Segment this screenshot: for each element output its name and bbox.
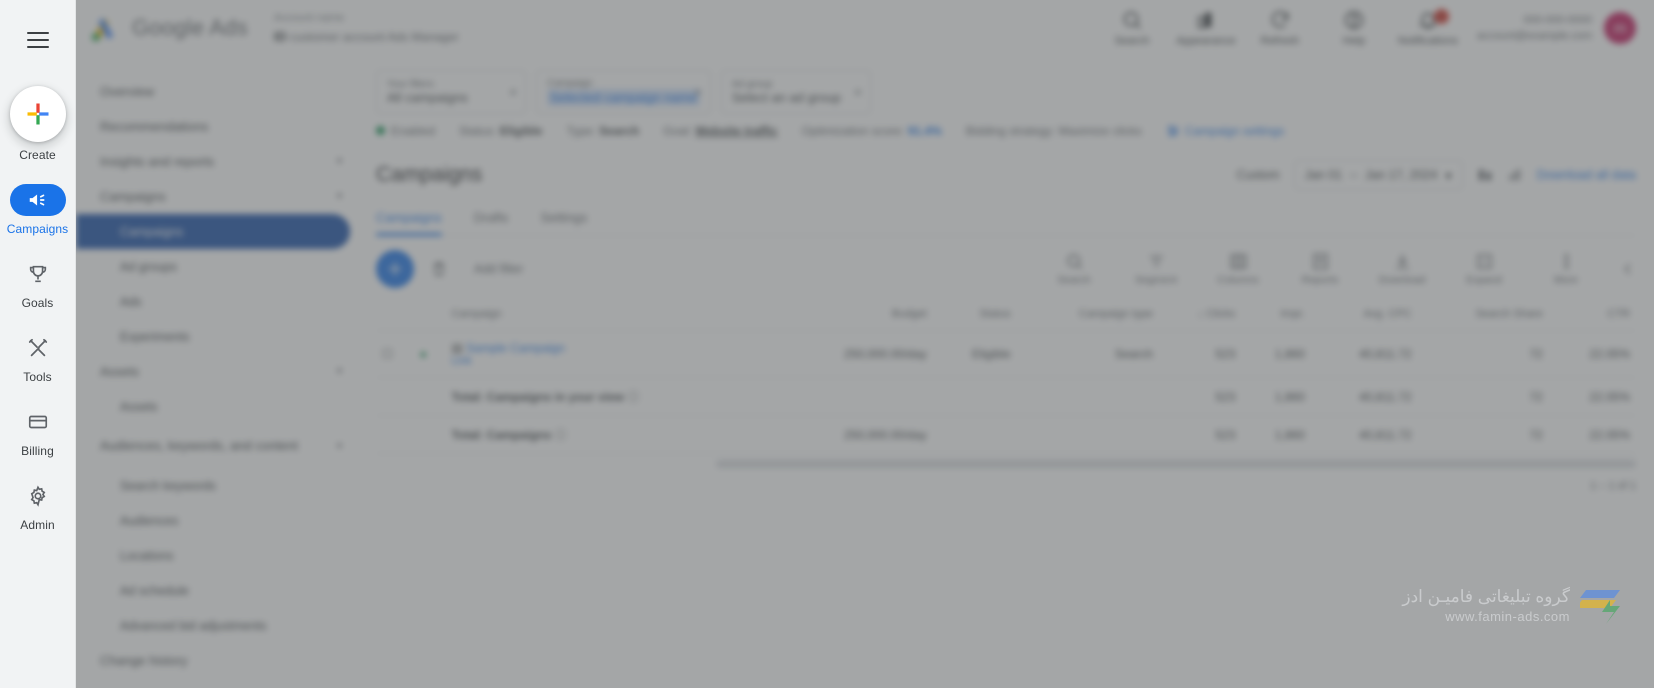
- plus-icon: [27, 103, 48, 125]
- sidebar-label-billing: Billing: [21, 444, 54, 458]
- famin-ads-logo-icon: [1580, 590, 1620, 624]
- watermark-url: www.famin-ads.com: [1445, 608, 1570, 624]
- sidebar-label-tools: Tools: [23, 370, 52, 384]
- sidebar-label-campaigns: Campaigns: [6, 222, 69, 236]
- sidebar-label-admin: Admin: [20, 518, 55, 532]
- sidebar-label-goals: Goals: [21, 296, 54, 310]
- trophy-icon: [29, 265, 46, 283]
- primary-nav-rail: Create Campaigns Goals Tools Billing Adm…: [0, 0, 76, 688]
- watermark: گروه تبلیغاتی فامیـن ادز www.famin-ads.c…: [1402, 584, 1624, 626]
- sidebar-item-admin[interactable]: Admin: [0, 480, 76, 532]
- create-label: Create: [19, 148, 56, 162]
- gear-icon: [30, 485, 45, 507]
- campaign-megaphone-icon: [29, 194, 45, 206]
- create-button[interactable]: [9, 86, 66, 142]
- credit-card-icon: [28, 415, 47, 429]
- tools-hammer-wrench-icon: [28, 338, 47, 357]
- create-button-group[interactable]: Create: [9, 74, 66, 162]
- sidebar-item-goals[interactable]: Goals: [0, 258, 76, 310]
- sidebar-item-billing[interactable]: Billing: [0, 406, 76, 458]
- app-root: Google Ads Account name ID customer acco…: [0, 0, 1654, 688]
- sidebar-item-tools[interactable]: Tools: [0, 332, 76, 384]
- sidebar-item-campaigns[interactable]: Campaigns: [0, 184, 76, 236]
- watermark-persian-text: گروه تبلیغاتی فامیـن ادز: [1402, 586, 1570, 606]
- hamburger-menu-icon[interactable]: [14, 16, 62, 64]
